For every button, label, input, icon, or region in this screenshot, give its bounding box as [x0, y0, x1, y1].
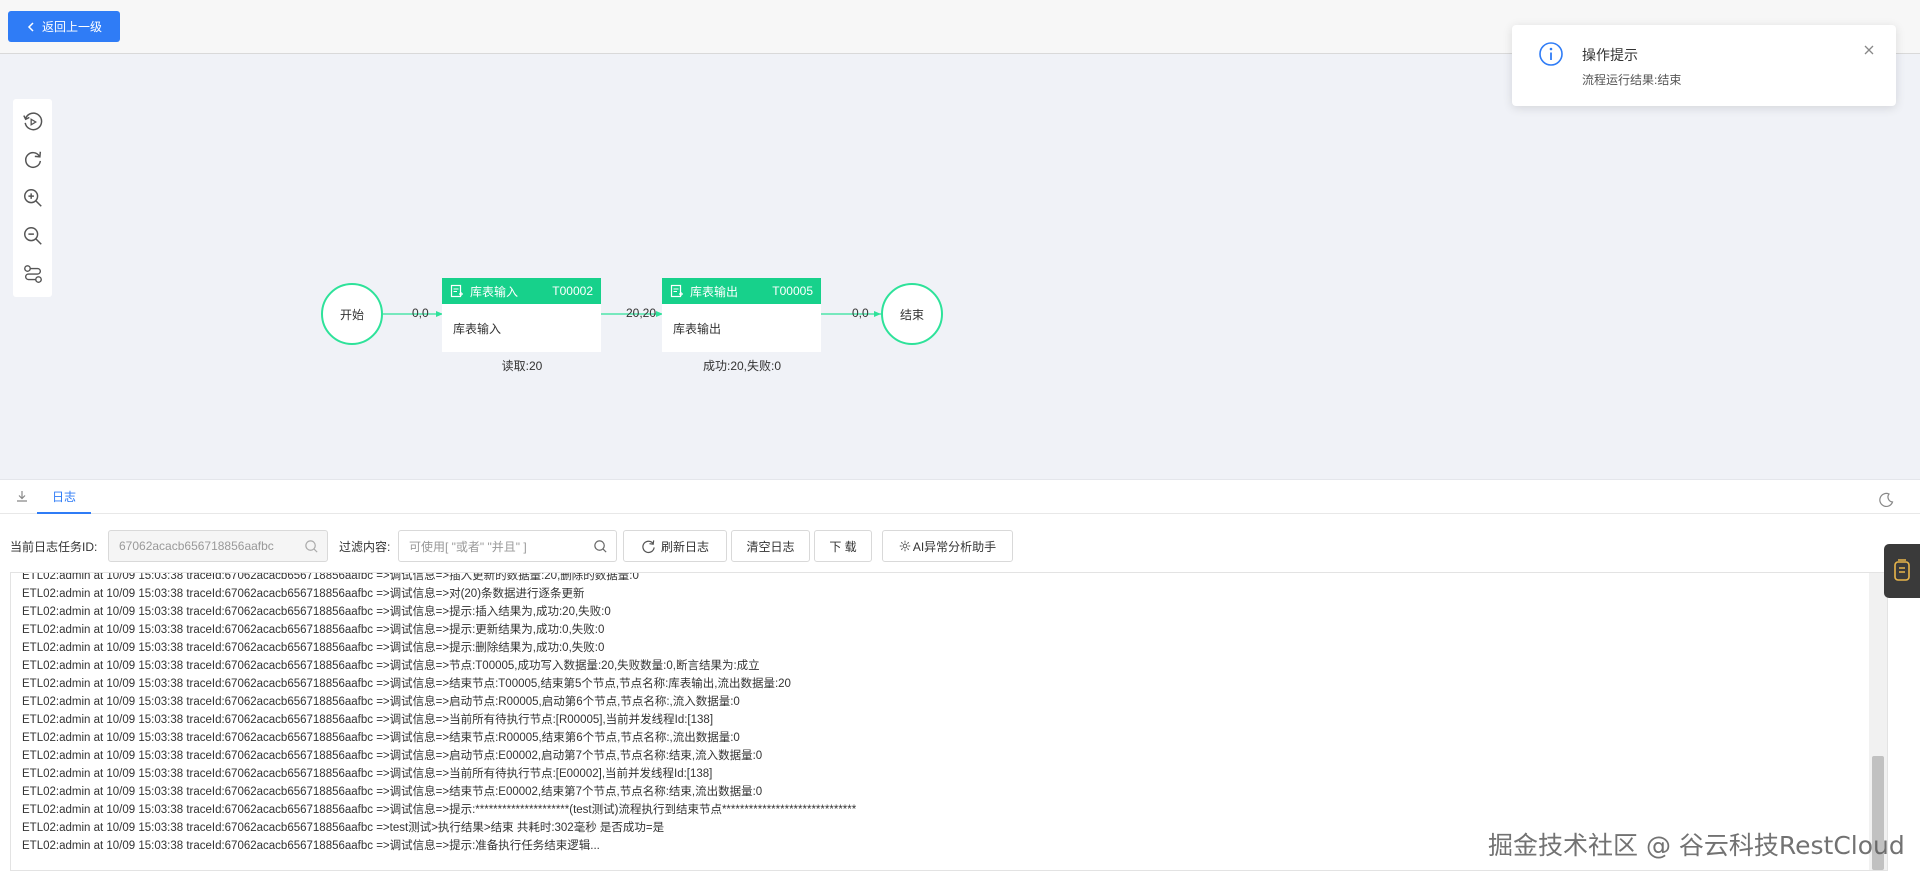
- task-id-value: 67062acacb656718856aafbc: [119, 539, 274, 553]
- gear-icon: [899, 540, 911, 552]
- download-button[interactable]: 下 载: [814, 530, 872, 562]
- edge-arrow-3: [874, 311, 881, 317]
- log-line: ETL02:admin at 10/09 15:03:38 traceId:67…: [22, 840, 600, 852]
- log-line: ETL02:admin at 10/09 15:03:38 traceId:67…: [22, 678, 791, 690]
- download-label: 下 载: [829, 539, 857, 554]
- search-icon: [305, 540, 318, 553]
- start-node[interactable]: 开始: [321, 283, 383, 345]
- close-icon[interactable]: [1862, 43, 1876, 57]
- task-node-output[interactable]: 库表输出 T00005 库表输出: [662, 278, 821, 352]
- task-node-input[interactable]: 库表输入 T00002 库表输入: [442, 278, 601, 352]
- log-line: ETL02:admin at 10/09 15:03:38 traceId:67…: [22, 750, 763, 762]
- log-line: ETL02:admin at 10/09 15:03:38 traceId:67…: [22, 786, 763, 798]
- filter-placeholder: 可使用[ "或者" "并且" ]: [409, 539, 527, 554]
- ai-assistant-label: AI异常分析助手: [912, 539, 997, 554]
- table-output-icon: [670, 284, 683, 298]
- log-line: ETL02:admin at 10/09 15:03:38 traceId:67…: [22, 588, 585, 600]
- task-node-id: T00005: [772, 284, 813, 298]
- task-node-id: T00002: [552, 284, 593, 298]
- task-id-label: 当前日志任务ID:: [10, 540, 98, 554]
- task-node-type: 库表输入: [470, 284, 519, 299]
- task-node-caption: 读取:20: [501, 359, 543, 373]
- toast-message: 流程运行结果:结束: [1582, 73, 1682, 87]
- task-node-header: 库表输出 T00005: [662, 278, 821, 304]
- task-node-caption: 成功:20,失败:0: [702, 359, 782, 373]
- flow-edges: [383, 311, 881, 317]
- task-node-type: 库表输出: [690, 284, 739, 299]
- edge-label-1: 0,0: [412, 306, 429, 320]
- log-lines: ETL02:admin at 10/09 15:03:38 traceId:67…: [22, 572, 857, 855]
- info-icon: [1539, 42, 1563, 66]
- refresh-log-label: 刷新日志: [660, 539, 709, 554]
- ai-assistant-button[interactable]: AI异常分析助手: [882, 530, 1013, 562]
- end-node[interactable]: 结束: [881, 283, 943, 345]
- log-line: ETL02:admin at 10/09 15:03:38 traceId:67…: [22, 732, 740, 744]
- log-line: ETL02:admin at 10/09 15:03:38 traceId:67…: [22, 660, 760, 672]
- clear-log-button[interactable]: 清空日志: [731, 530, 810, 562]
- filter-label: 过滤内容:: [339, 540, 391, 554]
- search-icon[interactable]: [593, 539, 608, 554]
- log-line: ETL02:admin at 10/09 15:03:38 traceId:67…: [22, 624, 605, 636]
- toast-title: 操作提示: [1582, 47, 1638, 63]
- refresh-icon: [642, 539, 655, 553]
- back-button[interactable]: 返回上一级: [8, 11, 120, 42]
- flow-canvas[interactable]: 0,0 20,20 0,0 开始 库表输入 T00002 库表输入 读取:20 …: [0, 54, 1920, 480]
- side-widget[interactable]: [1884, 544, 1920, 598]
- app-root: 返回上一级 0,0 20,20 0,0 开始 库表输入 T00002 库表输入 …: [0, 0, 1920, 880]
- flow-diagram: 0,0 20,20 0,0 开始 库表输入 T00002 库表输入 读取:20 …: [0, 54, 1920, 479]
- clear-log-label: 清空日志: [746, 539, 795, 554]
- tab-log[interactable]: 日志: [37, 480, 91, 514]
- start-node-label: 开始: [339, 307, 364, 322]
- filter-input[interactable]: 可使用[ "或者" "并且" ]: [398, 530, 617, 562]
- log-filter-bar: 当前日志任务ID: 67062acacb656718856aafbc 过滤内容:…: [0, 528, 1920, 564]
- moon-icon[interactable]: [1878, 492, 1894, 508]
- refresh-log-button[interactable]: 刷新日志: [623, 530, 727, 562]
- log-line: ETL02:admin at 10/09 15:03:38 traceId:67…: [22, 768, 713, 780]
- edge-label-3: 0,0: [852, 306, 869, 320]
- log-line: ETL02:admin at 10/09 15:03:38 traceId:67…: [22, 822, 665, 834]
- edge-label-2: 20,20: [626, 306, 657, 320]
- log-line: ETL02:admin at 10/09 15:03:38 traceId:67…: [22, 606, 611, 618]
- tab-log-label: 日志: [51, 489, 76, 504]
- task-node-body: 库表输入: [453, 322, 502, 336]
- watermark: 掘金技术社区 @ 谷云科技RestCloud: [1488, 831, 1905, 860]
- log-line: ETL02:admin at 10/09 15:03:38 traceId:67…: [22, 714, 714, 726]
- notification-toast: 操作提示 流程运行结果:结束: [1512, 25, 1896, 106]
- chevron-left-icon: [27, 21, 34, 32]
- task-id-input[interactable]: 67062acacb656718856aafbc: [108, 530, 328, 562]
- plugin-icon: [1894, 559, 1910, 581]
- task-node-body: 库表输出: [673, 322, 722, 336]
- end-node-label: 结束: [899, 307, 924, 322]
- log-tabs: 日志: [0, 480, 1920, 514]
- table-input-icon: [450, 284, 463, 298]
- back-button-label: 返回上一级: [41, 20, 102, 34]
- log-line: ETL02:admin at 10/09 15:03:38 traceId:67…: [22, 696, 740, 708]
- download-icon[interactable]: [15, 489, 29, 503]
- task-node-header: 库表输入 T00002: [442, 278, 601, 304]
- log-line: ETL02:admin at 10/09 15:03:38 traceId:67…: [22, 804, 857, 816]
- log-line: ETL02:admin at 10/09 15:03:38 traceId:67…: [22, 572, 639, 582]
- log-line: ETL02:admin at 10/09 15:03:38 traceId:67…: [22, 642, 605, 654]
